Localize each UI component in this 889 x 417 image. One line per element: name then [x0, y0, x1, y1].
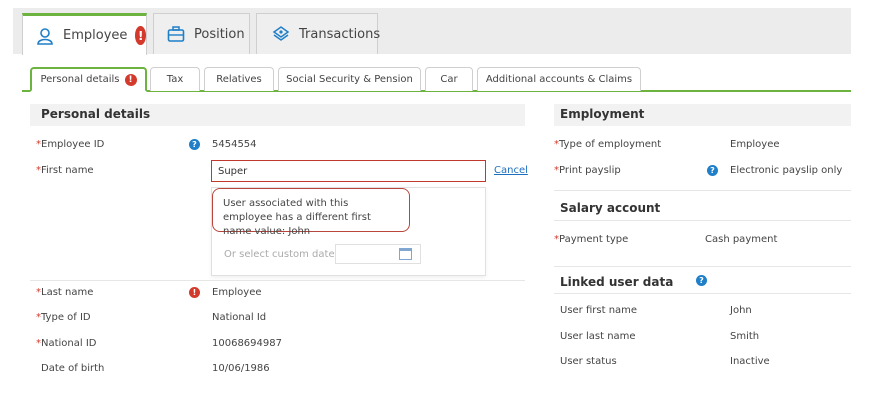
subtab-relatives-label: Relatives — [216, 74, 262, 85]
person-icon — [35, 26, 55, 46]
last-name-value: Employee — [212, 287, 262, 298]
divider — [30, 280, 525, 281]
national-id-label: *National ID — [36, 338, 97, 349]
user-status-value: Inactive — [730, 356, 770, 367]
dob-value: 10/06/1986 — [212, 363, 270, 374]
subtab-social-security-label: Social Security & Pension — [286, 74, 413, 85]
divider — [554, 266, 851, 267]
tab-transactions[interactable]: Transactions — [256, 13, 381, 54]
tab-transactions-label: Transactions — [299, 26, 381, 42]
national-id-value: 10068694987 — [212, 338, 282, 349]
custom-date-label: Or select custom date — [224, 249, 335, 260]
divider — [554, 220, 851, 221]
divider — [554, 190, 851, 191]
payment-type-value: Cash payment — [705, 234, 778, 245]
print-payslip-value: Electronic payslip only — [730, 165, 843, 176]
first-name-label: *First name — [36, 165, 94, 176]
subtab-additional-accounts[interactable]: Additional accounts & Claims — [477, 67, 641, 91]
salary-account-heading: Salary account — [560, 201, 661, 215]
subtab-additional-accounts-label: Additional accounts & Claims — [485, 74, 633, 85]
personal-details-heading: Personal details — [41, 107, 151, 121]
custom-date-input[interactable] — [335, 244, 421, 264]
help-icon[interactable]: ? — [189, 139, 200, 150]
money-icon — [271, 24, 291, 44]
subtab-car-label: Car — [440, 74, 458, 85]
tab-position-label: Position — [194, 26, 245, 42]
calendar-icon[interactable] — [399, 248, 412, 260]
subtab-tax[interactable]: Tax — [150, 67, 200, 91]
tab-employee-label: Employee — [63, 28, 128, 43]
linked-user-heading: Linked user data — [560, 275, 674, 289]
print-payslip-label: *Print payslip — [554, 165, 621, 176]
help-icon[interactable]: ? — [707, 165, 718, 176]
tab-position[interactable]: Position — [153, 13, 250, 54]
divider — [554, 293, 851, 294]
error-icon: ! — [189, 287, 200, 298]
employment-heading: Employment — [560, 107, 645, 121]
subtab-personal-details-label: Personal details — [40, 74, 120, 85]
subtab-tax-label: Tax — [166, 74, 184, 85]
subtab-personal-details[interactable]: Personal details ! — [30, 67, 147, 92]
employment-type-value: Employee — [730, 139, 780, 150]
error-badge-icon: ! — [124, 73, 137, 86]
user-status-label: User status — [560, 356, 617, 367]
name-mismatch-tooltip: User associated with this employee has a… — [212, 188, 410, 237]
type-of-id-label: *Type of ID — [36, 312, 91, 323]
subtab-social-security[interactable]: Social Security & Pension — [278, 67, 421, 91]
employee-id-label: *Employee ID — [36, 139, 105, 150]
user-last-name-label: User last name — [560, 331, 636, 342]
user-last-name-value: Smith — [730, 331, 760, 342]
first-name-input[interactable] — [211, 160, 486, 182]
subtab-car[interactable]: Car — [425, 67, 473, 91]
briefcase-icon — [166, 24, 186, 44]
last-name-label: *Last name — [36, 287, 94, 298]
employee-id-value: 5454554 — [212, 139, 257, 150]
cancel-link[interactable]: Cancel — [494, 165, 528, 176]
error-badge-icon: ! — [135, 26, 146, 45]
user-first-name-value: John — [730, 305, 752, 316]
employment-type-label: *Type of employment — [554, 139, 662, 150]
help-icon[interactable]: ? — [696, 275, 707, 286]
tab-employee[interactable]: Employee ! — [22, 13, 147, 55]
subtab-relatives[interactable]: Relatives — [204, 67, 274, 91]
payment-type-label: *Payment type — [554, 234, 629, 245]
type-of-id-value: National Id — [212, 312, 267, 323]
user-first-name-label: User first name — [560, 305, 638, 316]
dob-label: Date of birth — [41, 363, 105, 374]
